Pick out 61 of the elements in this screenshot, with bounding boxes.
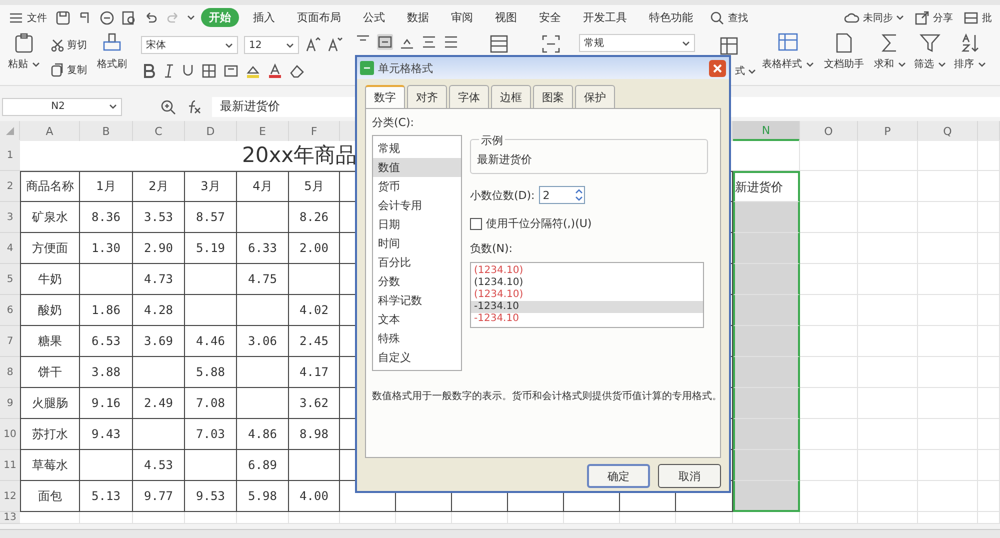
table-cell: 4.86 <box>237 419 289 450</box>
table-cell: 4.17 <box>289 357 340 388</box>
decimal-label: 小数位数(D): <box>470 188 535 202</box>
category-label: 分类(C): <box>372 115 415 130</box>
sample-text: 最新进货价 <box>477 153 532 166</box>
header-cell: 5月 <box>289 171 340 202</box>
table-cell: 牛奶 <box>20 264 80 295</box>
sample-label: 示例 <box>479 133 505 148</box>
table-cell: 6.33 <box>237 233 289 264</box>
table-cell: 8.36 <box>80 202 133 233</box>
table-cell: 7.03 <box>185 419 237 450</box>
table-cell: 9.43 <box>80 419 133 450</box>
table-cell: 8.57 <box>185 202 237 233</box>
table-cell: 6.53 <box>80 326 133 357</box>
table-cell: 糖果 <box>20 326 80 357</box>
table-cell: 4.00 <box>289 481 340 512</box>
table-cell: 2.00 <box>289 233 340 264</box>
header-cell: 4月 <box>237 171 289 202</box>
dialog-title: 单元格格式 <box>378 60 434 76</box>
table-cell: 3.06 <box>237 326 289 357</box>
table-cell: 7.08 <box>185 388 237 419</box>
thousands-label: 使用千位分隔符(,)(U) <box>486 216 592 231</box>
table-cell: 方便面 <box>20 233 80 264</box>
header-cell: 1月 <box>80 171 133 202</box>
table-cell: 5.98 <box>237 481 289 512</box>
table-cell: 4.46 <box>185 326 237 357</box>
table-cell: 5.13 <box>80 481 133 512</box>
header-cell: 3月 <box>185 171 237 202</box>
table-cell: 5.19 <box>185 233 237 264</box>
table-cell: 5.88 <box>185 357 237 388</box>
table-cell: 2.49 <box>133 388 185 419</box>
table-cell: 8.26 <box>289 202 340 233</box>
table-cell: 8.98 <box>289 419 340 450</box>
table-cell: 3.62 <box>289 388 340 419</box>
table-cell: 4.75 <box>237 264 289 295</box>
table-cell: 2.90 <box>133 233 185 264</box>
header-cell: 商品名称 <box>20 171 80 202</box>
table-cell: 饼干 <box>20 357 80 388</box>
table-cell: 草莓水 <box>20 450 80 481</box>
table-cell: 面包 <box>20 481 80 512</box>
table-cell: 1.86 <box>80 295 133 326</box>
header-cell: 2月 <box>133 171 185 202</box>
table-cell: 苏打水 <box>20 419 80 450</box>
table-cell: 9.16 <box>80 388 133 419</box>
negative-label: 负数(N): <box>470 241 514 256</box>
table-cell: 4.53 <box>133 450 185 481</box>
table-cell: 9.53 <box>185 481 237 512</box>
table-cell: 酸奶 <box>20 295 80 326</box>
table-cell: 2.45 <box>289 326 340 357</box>
table-cell: 3.88 <box>80 357 133 388</box>
table-cell: 4.28 <box>133 295 185 326</box>
table-cell: 3.53 <box>133 202 185 233</box>
table-cell: 火腿肠 <box>20 388 80 419</box>
table-cell: 6.89 <box>237 450 289 481</box>
table-cell: 3.69 <box>133 326 185 357</box>
table-cell: 矿泉水 <box>20 202 80 233</box>
table-cell: 9.77 <box>133 481 185 512</box>
table-cell: 4.02 <box>289 295 340 326</box>
table-cell: 4.73 <box>133 264 185 295</box>
table-cell: 1.30 <box>80 233 133 264</box>
description-text: 数值格式用于一般数字的表示。货币和会计格式则提供货币值计算的专用格式。 <box>372 390 714 403</box>
